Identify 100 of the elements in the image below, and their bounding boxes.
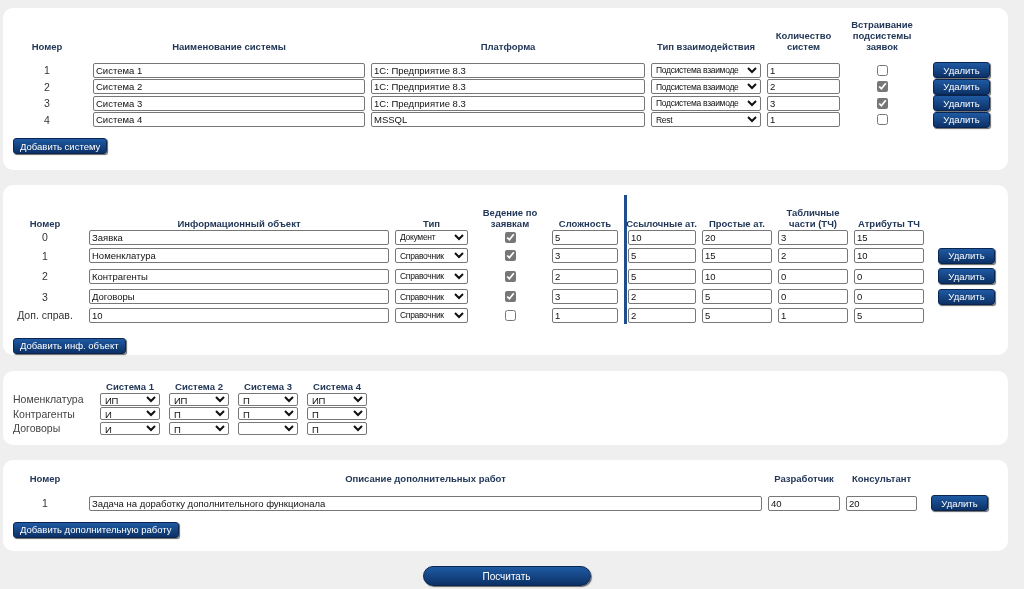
system-name-field[interactable]: Система 2 [93,79,365,95]
column-header: Номер [28,473,62,484]
column-header: Описание дополнительных работ [344,473,507,484]
complexity-field[interactable]: 2 [552,268,618,284]
object-name-field[interactable]: 10 [89,307,389,323]
complexity-field[interactable]: 3 [552,248,618,264]
column-header: Система 1 [105,381,155,392]
object-name-field[interactable]: Заявка [89,229,389,245]
count-field[interactable]: 3 [767,95,840,111]
complexity-field[interactable]: 3 [552,289,618,305]
platform-field[interactable]: 1С: Предприятие 8.3 [371,79,645,95]
embed-checkbox[interactable] [876,97,888,109]
type-select[interactable]: Документ [395,229,468,245]
delete-button[interactable]: Удалить [938,247,995,264]
delete-button[interactable]: Удалить [933,62,990,79]
table-attributes-field[interactable]: 15 [854,229,924,245]
tracking-checkbox[interactable] [504,250,516,262]
interaction-select[interactable]: Подсистема взаимоде [651,62,761,78]
mode-select[interactable]: П [169,407,229,421]
platform-field[interactable]: 1С: Предприятие 8.3 [371,62,645,78]
simple-attributes-field[interactable]: 20 [702,229,772,245]
table-parts-field[interactable]: 0 [778,268,848,284]
table-parts-field[interactable]: 2 [778,248,848,264]
column-header: Встраивание подсистемы заявок [850,19,914,52]
mode-select[interactable]: П [307,407,367,421]
mode-select[interactable]: И [100,421,160,435]
add-object-button[interactable]: Добавить инф. объект [13,337,126,354]
column-header: Номер [30,41,64,52]
count-field[interactable]: 1 [767,112,840,128]
simple-attributes-field[interactable]: 15 [702,248,772,264]
mode-select[interactable]: П [238,392,298,406]
row-number: 2 [41,270,49,283]
table-attributes-field[interactable]: 0 [854,268,924,284]
table-parts-field[interactable]: 3 [778,229,848,245]
embed-checkbox[interactable] [876,64,888,76]
simple-attributes-field[interactable]: 5 [702,307,772,323]
simple-attributes-field[interactable]: 5 [702,289,772,305]
system-name-field[interactable]: Система 3 [93,95,365,111]
developer-hours-field[interactable]: 40 [768,495,840,511]
interaction-select[interactable]: Подсистема взаимоде [651,95,761,111]
system-name-field[interactable]: Система 1 [93,62,365,78]
consultant-hours-field[interactable]: 20 [846,495,917,511]
reference-attributes-field[interactable]: 2 [628,289,696,305]
complexity-field[interactable]: 1 [552,307,618,323]
platform-field[interactable]: MSSQL [371,112,645,128]
mode-select[interactable]: П [307,421,367,435]
type-select[interactable]: Справочник [395,268,468,284]
delete-button[interactable]: Удалить [938,268,995,285]
embed-checkbox[interactable] [876,114,888,126]
table-parts-field[interactable]: 1 [778,307,848,323]
delete-button[interactable]: Удалить [933,95,990,112]
tracking-checkbox[interactable] [504,291,516,303]
row-number: 2 [43,80,51,93]
table-attributes-field[interactable]: 0 [854,289,924,305]
table-attributes-field[interactable]: 5 [854,307,924,323]
table-parts-field[interactable]: 0 [778,289,848,305]
reference-attributes-field[interactable]: 2 [628,307,696,323]
column-header: Простые ат. [708,218,766,229]
complexity-field[interactable]: 5 [552,229,618,245]
count-field[interactable]: 1 [767,62,840,78]
reference-attributes-field[interactable]: 10 [628,229,696,245]
type-select[interactable]: Справочник [395,307,468,323]
mode-select[interactable]: П [238,407,298,421]
mode-select[interactable]: П [169,421,229,435]
row-label: Контрагенты [13,407,76,420]
mode-select[interactable] [238,421,298,435]
delete-button[interactable]: Удалить [933,78,990,95]
reference-attributes-field[interactable]: 5 [628,268,696,284]
system-name-field[interactable]: Система 4 [93,112,365,128]
object-name-field[interactable]: Договоры [89,289,389,305]
interaction-select[interactable]: Подсистема взаимоде [651,79,761,95]
mode-select[interactable]: И [100,407,160,421]
delete-button[interactable]: Удалить [931,495,988,512]
mode-select[interactable]: ИП [307,392,367,406]
object-name-field[interactable]: Номенклатура [89,248,389,264]
tracking-checkbox[interactable] [504,231,516,243]
type-select[interactable]: Справочник [395,248,468,264]
simple-attributes-field[interactable]: 10 [702,268,772,284]
column-header: Система 4 [312,381,362,392]
delete-button[interactable]: Удалить [938,288,995,305]
tracking-checkbox[interactable] [504,309,516,321]
reference-attributes-field[interactable]: 5 [628,248,696,264]
tracking-checkbox[interactable] [504,270,516,282]
delete-button[interactable]: Удалить [933,111,990,128]
column-header: Тип [422,218,441,229]
row-number: 0 [41,231,49,244]
platform-field[interactable]: 1С: Предприятие 8.3 [371,95,645,111]
add-work-button[interactable]: Добавить дополнительную работу [13,521,179,538]
column-header: Платформа [479,41,537,52]
mode-select[interactable]: ИП [169,392,229,406]
calculate-button[interactable]: Посчитать [422,566,591,586]
object-name-field[interactable]: Контрагенты [89,268,389,284]
add-system-button[interactable]: Добавить систему [13,138,108,154]
type-select[interactable]: Справочник [395,289,468,305]
embed-checkbox[interactable] [876,81,888,93]
count-field[interactable]: 2 [767,79,840,95]
interaction-select[interactable]: Rest [651,112,761,128]
table-attributes-field[interactable]: 10 [854,248,924,264]
mode-select[interactable]: ИП [100,392,160,406]
description-field[interactable]: Задача на доработку дополнительного функционала [89,495,762,511]
